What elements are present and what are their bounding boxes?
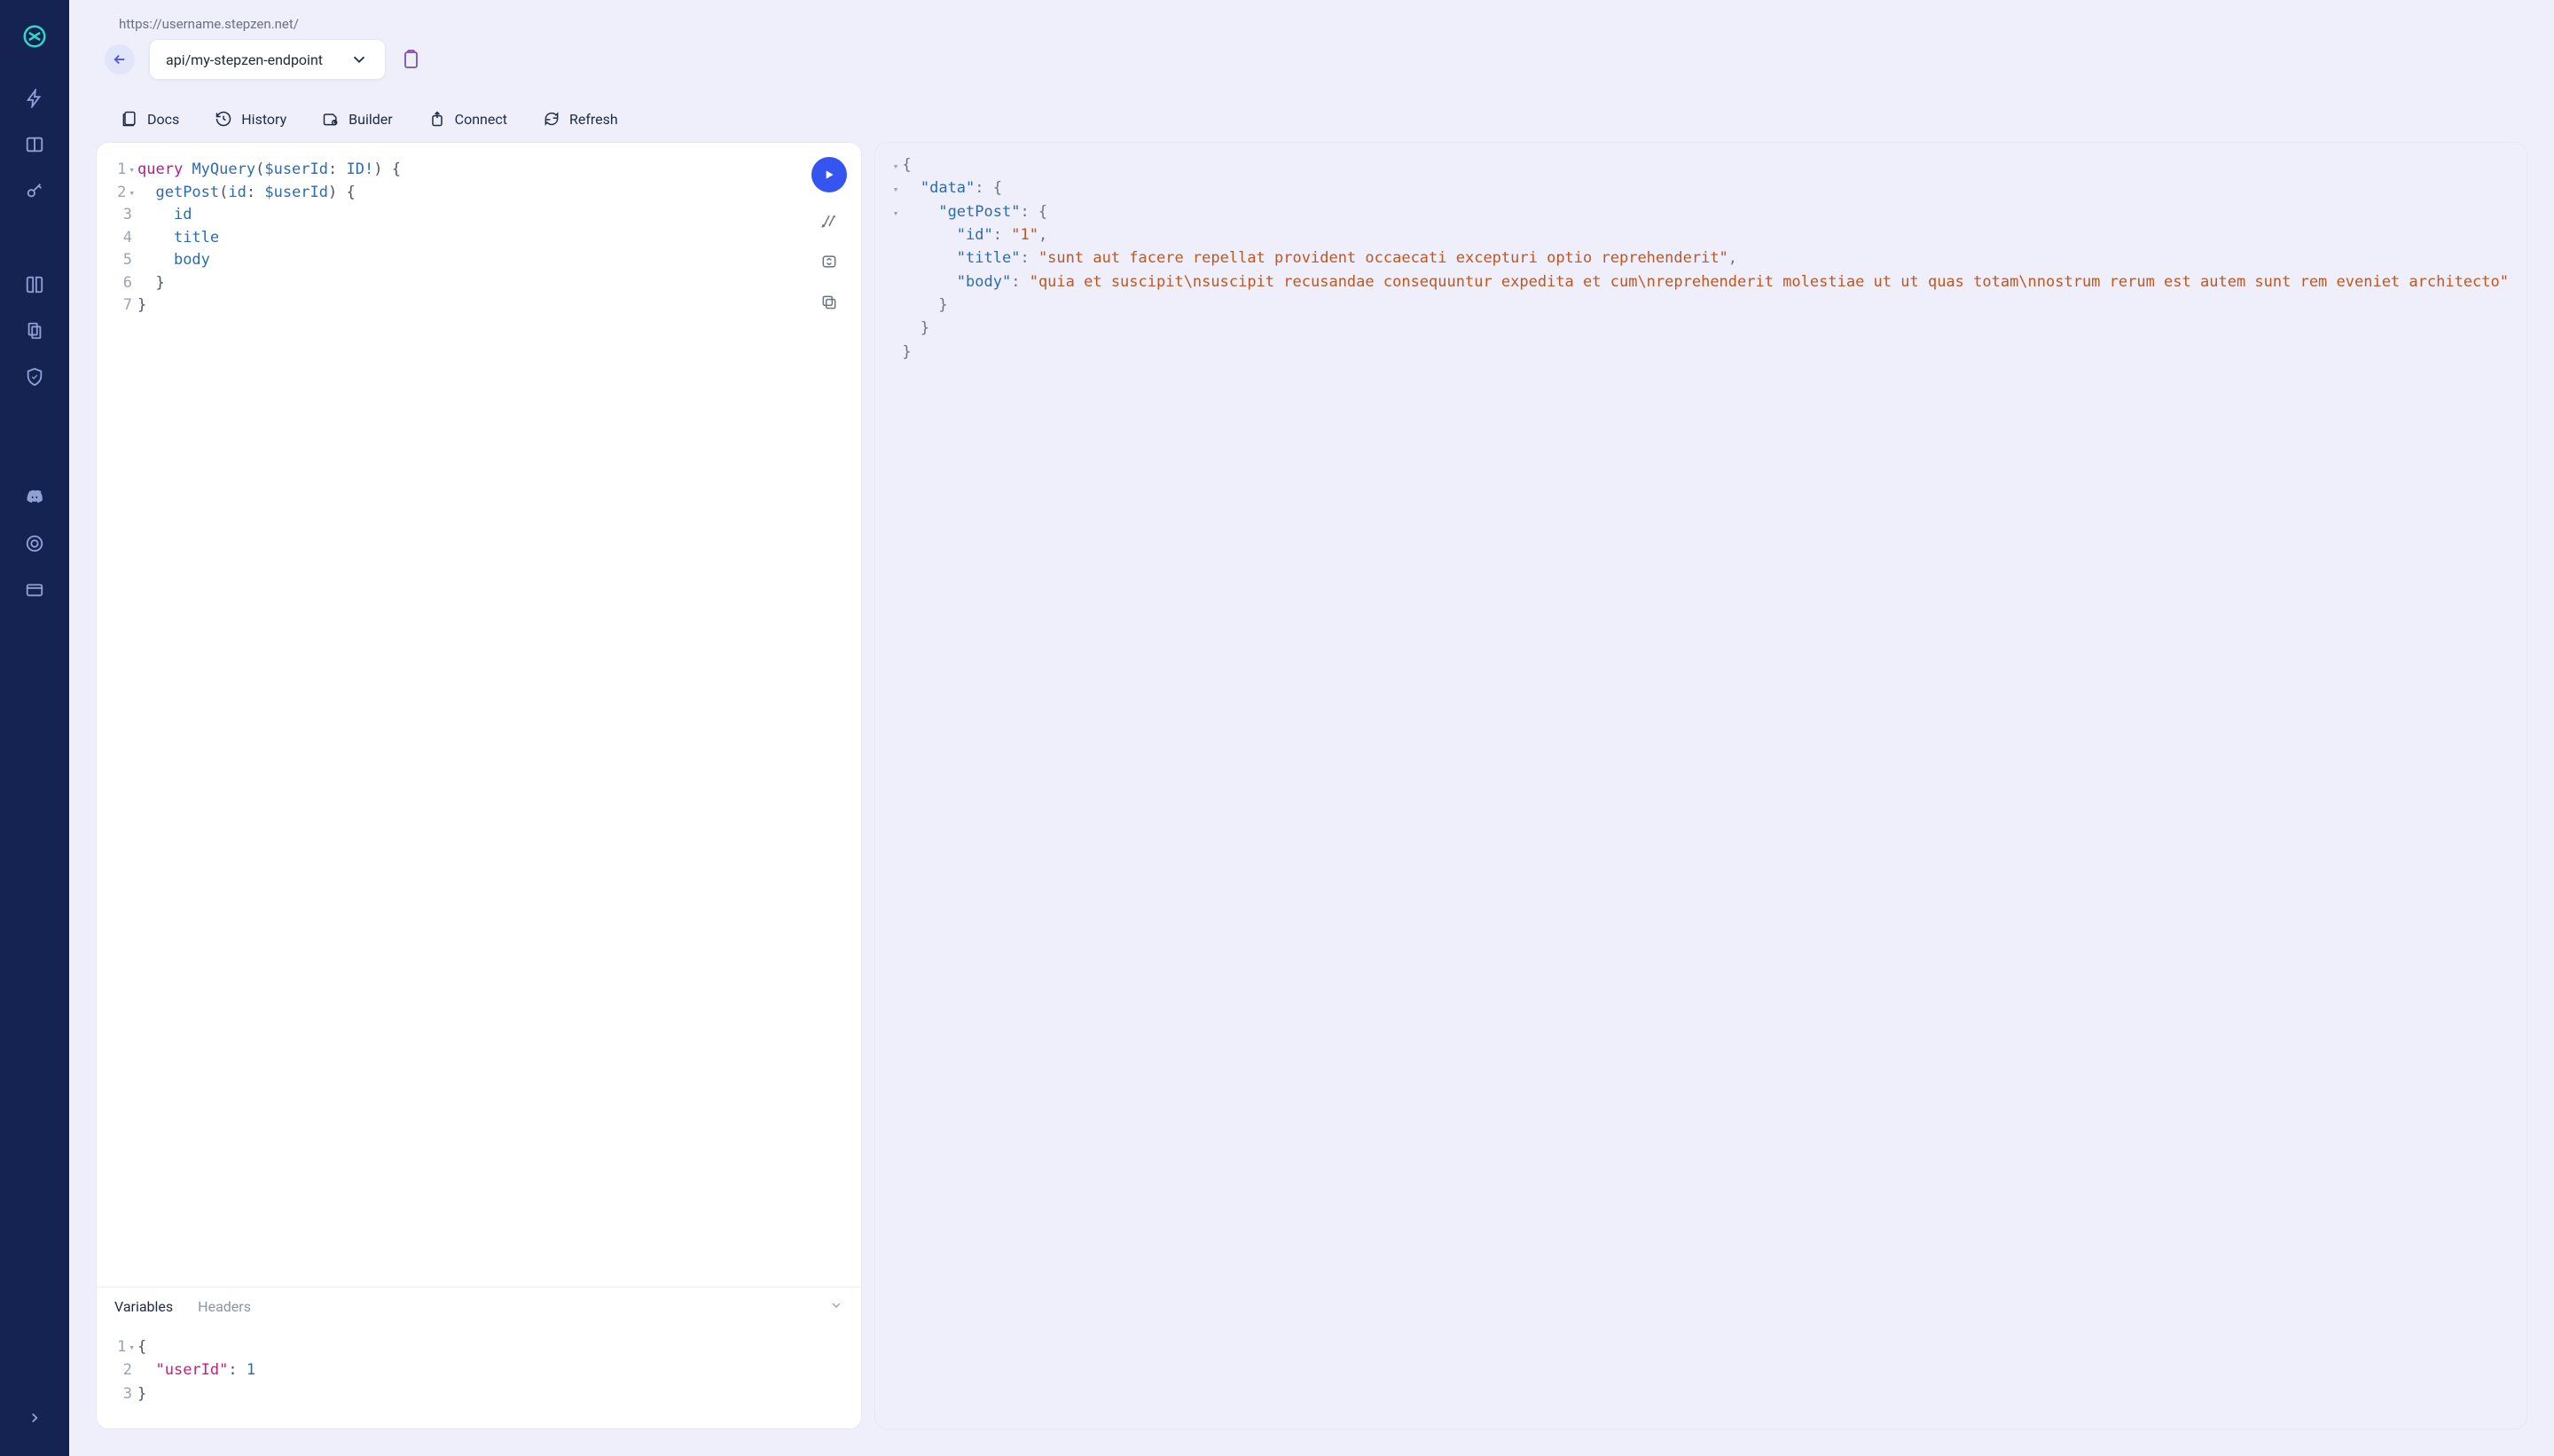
builder-icon — [322, 110, 340, 128]
variables-tab[interactable]: Variables — [114, 1298, 173, 1315]
docs-icon — [121, 110, 138, 128]
book-icon[interactable] — [14, 264, 55, 305]
variables-section: Variables Headers 1▾{2 "userId": 13} — [97, 1287, 861, 1429]
refresh-button[interactable]: Refresh — [543, 110, 618, 128]
history-icon — [215, 110, 232, 128]
query-editor[interactable]: 1▾query MyQuery($userId: ID!) {2▾ getPos… — [97, 143, 861, 1287]
variables-editor[interactable]: 1▾{2 "userId": 13} — [97, 1327, 861, 1429]
database-icon[interactable] — [14, 310, 55, 351]
discord-icon[interactable] — [14, 477, 55, 518]
endpoint-select[interactable]: api/my-stepzen-endpoint — [149, 39, 386, 80]
docs-button[interactable]: Docs — [121, 110, 179, 128]
base-url-text: https://username.stepzen.net/ — [119, 16, 299, 32]
prettify-button[interactable] — [817, 208, 842, 233]
result-panel[interactable]: ▾{▾ "data": {▾ "getPost": { "id": "1", "… — [874, 142, 2527, 1429]
lightning-icon[interactable] — [14, 78, 55, 119]
collapse-sidebar-icon[interactable] — [14, 1397, 55, 1438]
history-button[interactable]: History — [215, 110, 286, 128]
left-sidebar — [0, 0, 69, 1456]
endpoint-selected-label: api/my-stepzen-endpoint — [166, 51, 323, 68]
card-icon[interactable] — [14, 569, 55, 610]
query-editor-panel: 1▾query MyQuery($userId: ID!) {2▾ getPos… — [96, 142, 862, 1429]
builder-button[interactable]: Builder — [322, 110, 393, 128]
main-area: https://username.stepzen.net/ api/my-ste… — [69, 0, 2554, 1456]
support-icon[interactable] — [14, 523, 55, 564]
panel-layout-icon[interactable] — [14, 124, 55, 165]
copy-url-button[interactable] — [400, 49, 421, 70]
editor-toolbar: Docs History Builder Connect Refresh — [96, 96, 2527, 142]
run-query-button[interactable] — [811, 157, 847, 192]
copy-query-button[interactable] — [817, 290, 842, 315]
chevron-down-icon — [349, 50, 369, 69]
connect-button[interactable]: Connect — [428, 110, 507, 128]
connect-icon — [428, 110, 446, 128]
collapse-variables-icon[interactable] — [829, 1298, 843, 1316]
back-button[interactable] — [105, 44, 135, 74]
stepzen-logo-icon[interactable] — [14, 16, 55, 57]
merge-button[interactable] — [817, 249, 842, 274]
key-icon[interactable] — [14, 170, 55, 211]
headers-tab[interactable]: Headers — [198, 1298, 251, 1315]
code-shield-icon[interactable] — [14, 356, 55, 397]
refresh-icon — [543, 110, 560, 128]
